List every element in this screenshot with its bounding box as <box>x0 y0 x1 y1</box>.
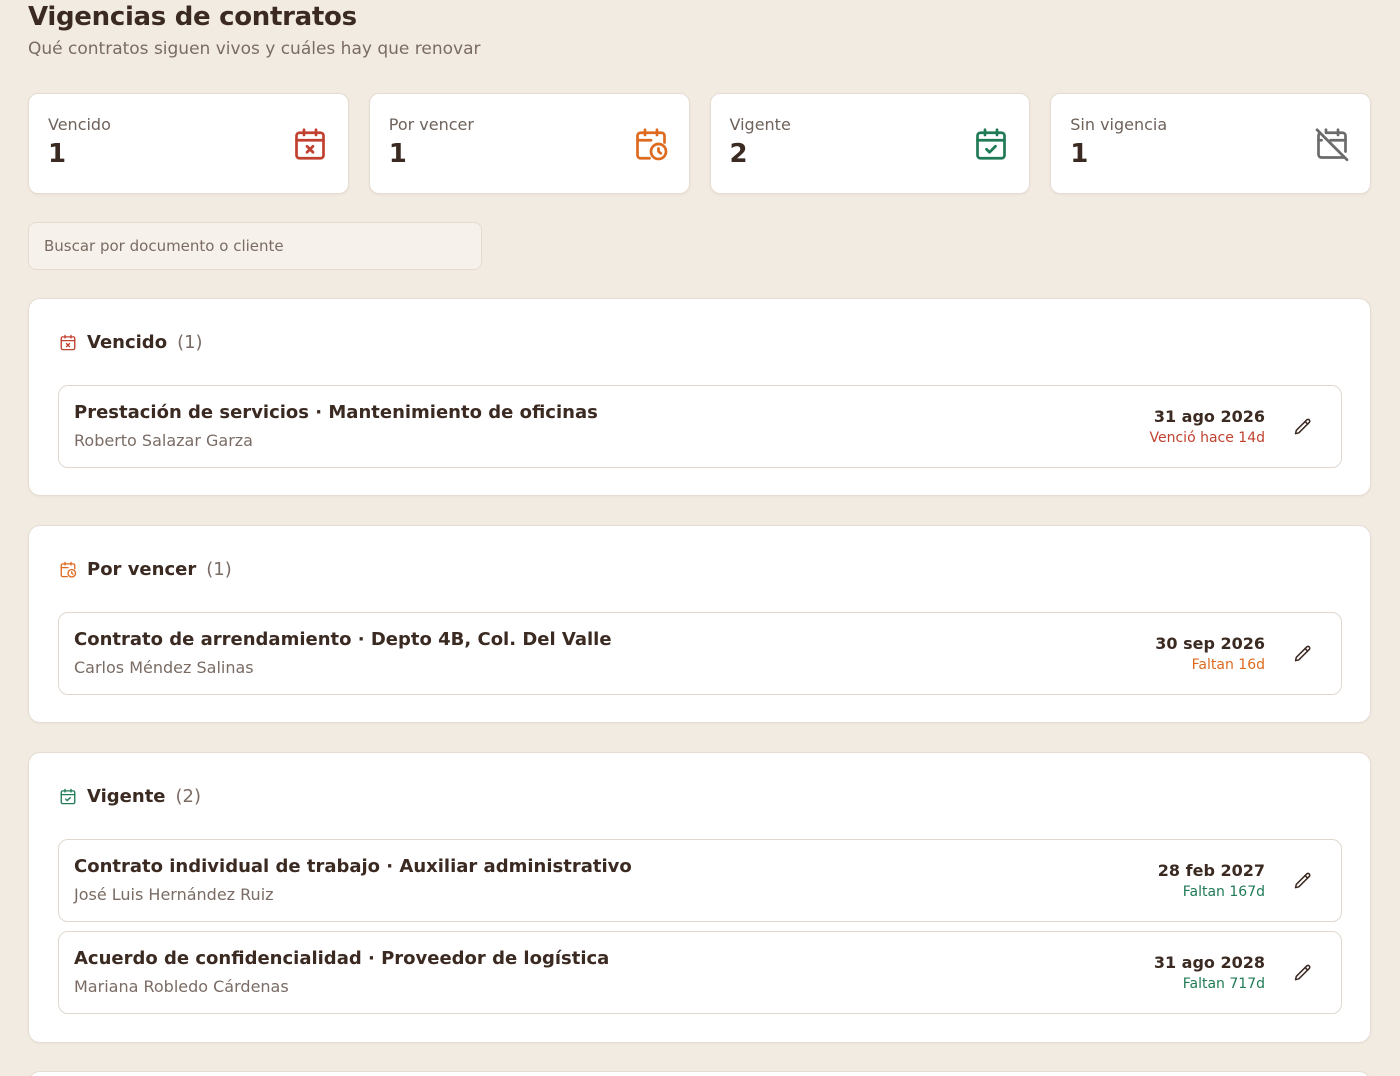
section-vigente: Vigente (2) Contrato individual de traba… <box>28 752 1371 1043</box>
section-sin-vigencia <box>28 1071 1371 1076</box>
stat-count: 1 <box>48 139 67 169</box>
section-title: Vencido <box>87 331 168 353</box>
stat-label: Vencido <box>48 115 111 134</box>
calendar-clock-icon <box>635 128 667 161</box>
section-title: Por vencer <box>87 558 197 580</box>
stat-label: Vigente <box>729 115 791 134</box>
pencil-icon[interactable] <box>1293 963 1313 983</box>
pencil-icon[interactable] <box>1293 644 1313 664</box>
stat-label: Por vencer <box>388 115 474 134</box>
contract-end-date: 30 sep 2026 <box>1155 634 1265 653</box>
contract-end-date: 31 ago 2026 <box>1153 407 1265 426</box>
section-por-vencer: Por vencer (1) Contrato de arrendamiento… <box>28 525 1371 723</box>
contract-relative-time: Faltan 16d <box>1191 657 1265 673</box>
contract-relative-time: Faltan 167d <box>1182 884 1265 900</box>
contract-end-date: 28 feb 2027 <box>1157 861 1265 880</box>
contract-document: Contrato de arrendamiento · Depto 4B, Co… <box>74 629 612 650</box>
contract-client: Mariana Robledo Cárdenas <box>74 977 289 996</box>
contract-client: José Luis Hernández Ruiz <box>74 885 274 904</box>
calendar-check-icon <box>976 128 1007 160</box>
stat-card-por-vencer[interactable]: Por vencer 1 <box>368 93 690 194</box>
pencil-icon[interactable] <box>1293 871 1313 891</box>
section-header: Vigente (2) <box>59 783 201 809</box>
contract-row[interactable]: Acuerdo de confidencialidad · Proveedor … <box>58 931 1342 1014</box>
page-title: Vigencias de contratos <box>28 2 357 32</box>
calendar-check-icon <box>60 788 76 804</box>
pencil-icon[interactable] <box>1293 417 1313 437</box>
contract-document: Prestación de servicios · Mantenimiento … <box>74 402 598 423</box>
stats-row: Vencido 1 Por vencer 1 Vigente 2 Sin vig… <box>28 93 1371 194</box>
contract-row[interactable]: Contrato de arrendamiento · Depto 4B, Co… <box>58 612 1342 695</box>
stat-card-vigente[interactable]: Vigente 2 <box>709 93 1031 194</box>
stat-count: 2 <box>729 139 748 169</box>
contract-relative-time: Faltan 717d <box>1182 976 1265 992</box>
calendar-clock-icon <box>60 561 77 578</box>
stat-count: 1 <box>1070 139 1089 169</box>
calendar-x-icon <box>294 128 325 160</box>
contract-document: Acuerdo de confidencialidad · Proveedor … <box>74 948 610 969</box>
contract-row[interactable]: Prestación de servicios · Mantenimiento … <box>58 385 1342 468</box>
contract-document: Contrato individual de trabajo · Auxilia… <box>74 856 632 877</box>
search-input[interactable] <box>28 222 482 270</box>
stat-label: Sin vigencia <box>1070 115 1168 134</box>
stat-count: 1 <box>388 139 407 169</box>
page-subtitle: Qué contratos siguen vivos y cuáles hay … <box>28 39 481 59</box>
section-header: Por vencer (1) <box>59 556 232 582</box>
contract-end-date: 31 ago 2028 <box>1153 953 1265 972</box>
stat-card-vencido[interactable]: Vencido 1 <box>28 93 349 194</box>
section-header: Vencido (1) <box>59 329 203 355</box>
contract-client: Carlos Méndez Salinas <box>74 658 254 677</box>
section-title: Vigente <box>87 785 166 807</box>
contract-client: Roberto Salazar Garza <box>74 431 253 450</box>
section-count: (2) <box>175 785 202 807</box>
section-count: (1) <box>206 558 232 580</box>
contract-relative-time: Venció hace 14d <box>1149 430 1266 446</box>
contract-row[interactable]: Contrato individual de trabajo · Auxilia… <box>58 839 1342 922</box>
section-count: (1) <box>177 331 203 353</box>
section-vencido: Vencido (1) Prestación de servicios · Ma… <box>28 298 1371 496</box>
calendar-off-icon <box>1315 128 1349 162</box>
stat-card-sin-vigencia[interactable]: Sin vigencia 1 <box>1050 93 1371 194</box>
calendar-x-icon <box>60 334 76 350</box>
